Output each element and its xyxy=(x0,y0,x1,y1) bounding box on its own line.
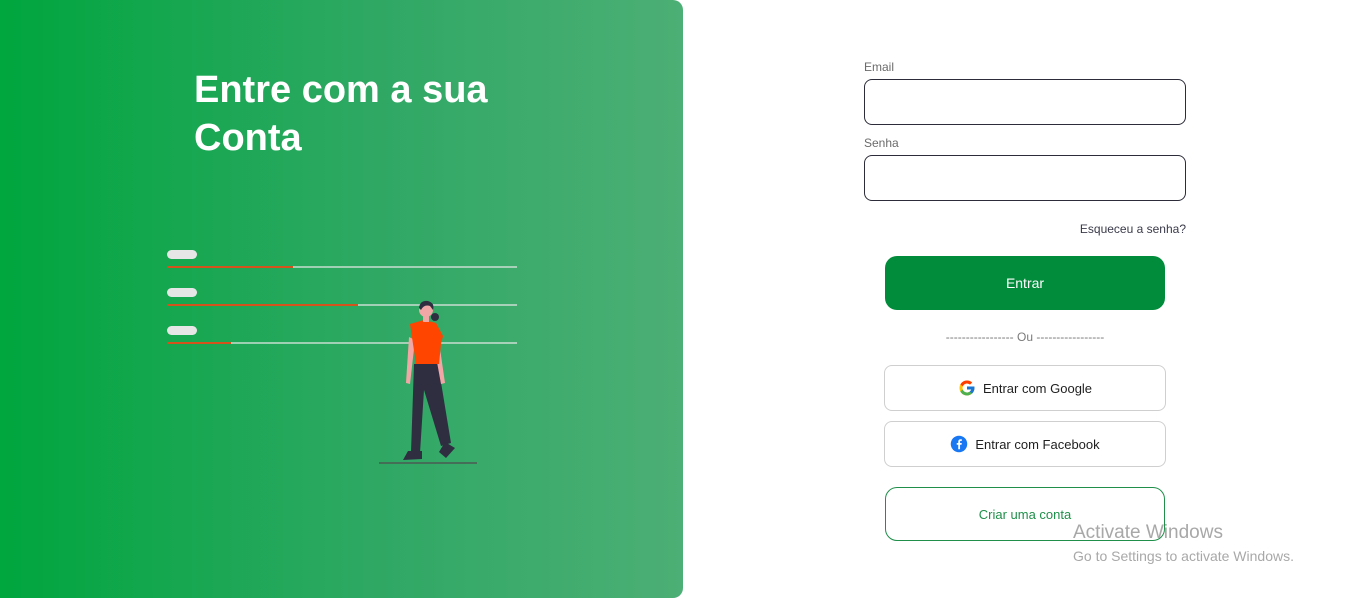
illustration-pill-1 xyxy=(167,250,197,259)
hero-panel: Entre com a sua Conta xyxy=(0,0,683,598)
email-field[interactable] xyxy=(864,79,1186,125)
hero-illustration xyxy=(167,250,517,464)
password-field[interactable] xyxy=(864,155,1186,201)
google-icon xyxy=(958,379,976,397)
email-label: Email xyxy=(864,60,895,74)
illustration-pill-2 xyxy=(167,288,197,297)
facebook-login-label: Entrar com Facebook xyxy=(975,436,1100,452)
password-label: Senha xyxy=(864,136,899,150)
windows-activation-title: Activate Windows xyxy=(1073,522,1223,543)
facebook-icon xyxy=(950,435,968,453)
google-login-button[interactable]: Entrar com Google xyxy=(884,365,1166,411)
page-title-line-1: Entre com a sua xyxy=(194,69,488,111)
forgot-password-link[interactable]: Esqueceu a senha? xyxy=(1000,222,1186,236)
login-button[interactable]: Entrar xyxy=(885,256,1165,310)
page-title-line-2: Conta xyxy=(194,117,302,159)
windows-activation-subtitle: Go to Settings to activate Windows. xyxy=(1073,548,1294,564)
illustration-pill-3 xyxy=(167,326,197,335)
facebook-login-button[interactable]: Entrar com Facebook xyxy=(884,421,1166,467)
page-title: Entre com a sua Conta xyxy=(194,66,554,162)
google-login-label: Entrar com Google xyxy=(982,380,1093,396)
or-divider: ----------------- Ou ----------------- xyxy=(945,330,1105,344)
illustration-person xyxy=(403,300,455,460)
